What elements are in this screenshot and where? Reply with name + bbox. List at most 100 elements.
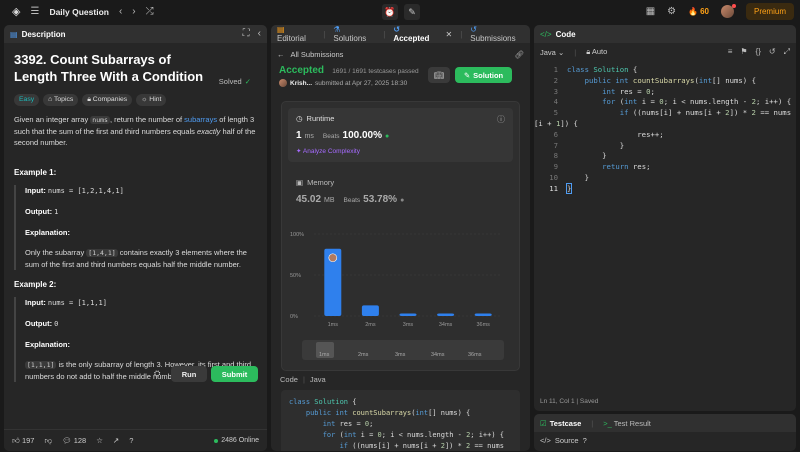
streak-counter[interactable]: 🔥 60 (688, 7, 709, 16)
timer-icon[interactable]: ⏰ (382, 4, 398, 20)
analyze-complexity-link[interactable]: ✦ Analyze Complexity (296, 147, 505, 155)
fullscreen-icon[interactable]: ⤢ (784, 47, 790, 57)
bar-34ms[interactable] (437, 313, 455, 316)
tab-editorial[interactable]: ▤ Editorial (277, 25, 315, 43)
difficulty-tag[interactable]: Easy (14, 94, 40, 106)
collapse-panel-icon[interactable]: ‹ (258, 29, 261, 39)
like-button[interactable]: 👍︎ 197 (12, 436, 34, 446)
memory-badge-icon: ● (400, 197, 405, 204)
submission-panel: ▤ Editorial | ⚗ Solutions | ↺ Accepted ✕… (271, 25, 530, 451)
checkbox-icon: ☑ (540, 418, 547, 428)
help-circle-icon[interactable]: ? (583, 436, 587, 445)
shuffle-icon[interactable]: ⤮ (146, 7, 154, 17)
code-editor[interactable]: 12345 6 7 8 9 10 11 class Solution { public i… (534, 61, 796, 381)
book-icon[interactable]: 📖︎ (428, 67, 450, 83)
braces-icon[interactable]: {} (756, 47, 761, 57)
bar-36ms[interactable] (474, 313, 492, 316)
auto-mode-toggle[interactable]: 🔒︎ Auto (586, 47, 607, 57)
submit-button[interactable]: Submit (211, 366, 258, 382)
bookmark-icon[interactable]: ⚑ (740, 47, 747, 57)
range-label: 2ms (358, 352, 369, 358)
tab-code[interactable]: Code (556, 30, 576, 39)
comments-button[interactable]: 💬︎ 128 (62, 436, 86, 445)
bar-2ms[interactable] (361, 305, 379, 316)
description-tab-bar: ▤ Description ⛶ ‹ (4, 25, 267, 43)
companies-tag[interactable]: 🔒︎ Companies (82, 94, 133, 106)
testcase-tab-bar: ☑ Testcase | >_ Test Result (534, 414, 796, 432)
submission-tab-bar: ▤ Editorial | ⚗ Solutions | ↺ Accepted ✕… (271, 25, 530, 43)
tab-solutions[interactable]: ⚗ Solutions (333, 25, 375, 43)
tab-submissions[interactable]: ↺ Submissions (470, 25, 524, 43)
all-submissions-link[interactable]: ← All Submissions 🔗︎ (271, 43, 530, 59)
range-label: 34ms (431, 352, 445, 358)
source-row[interactable]: </> Source ? (534, 432, 796, 449)
prev-problem-icon[interactable]: ‹ (119, 7, 122, 17)
top-bar: ◈ ☰ Daily Question ‹ › ⤮ ⏰ ✎ ▦ ⚙ 🔥 60 Pre… (0, 0, 800, 24)
code-line: return res; (602, 162, 651, 172)
editor-toolbar: Java ⌄ | 🔒︎ Auto ≡ ⚑ {} ↺ ⤢ (540, 47, 790, 57)
memory-chip-icon: ▣ (296, 178, 304, 187)
submitted-code[interactable]: class Solution { public int countSubarra… (281, 390, 520, 451)
topics-tag[interactable]: ⌂ Topics (43, 94, 79, 106)
line-numbers: 12345 6 7 8 9 10 11 (534, 65, 558, 195)
x-tick-label: 1ms (328, 322, 339, 328)
tab-accepted[interactable]: ↺ Accepted (393, 25, 437, 43)
tab-testcase[interactable]: ☑ Testcase (540, 419, 581, 428)
code-line: } (567, 140, 625, 150)
problem-statement: Given an integer array nums, return the … (14, 115, 256, 147)
code-brackets-icon: </> (540, 29, 552, 39)
document-icon: ▤ (10, 29, 18, 39)
tab-description[interactable]: Description (22, 30, 66, 39)
hint-tag[interactable]: ☼ Hint (136, 94, 167, 106)
submitter-avatar (279, 79, 287, 87)
clock-icon: ◷ (296, 114, 303, 123)
editor-status: Ln 11, Col 1 | Saved (540, 398, 599, 405)
problem-title: 3392. Count Subarrays of Length Three Wi… (14, 52, 204, 84)
layout-icon[interactable]: ▦ (646, 6, 655, 17)
debug-icon[interactable]: ⛭ (154, 369, 160, 379)
bar-3ms[interactable] (399, 313, 417, 316)
memory-beats: 53.78% (363, 194, 398, 205)
help-icon[interactable]: ? (129, 436, 133, 445)
solution-button[interactable]: ✎ Solution (455, 67, 512, 83)
comment-icon: 💬︎ (62, 436, 72, 445)
x-tick-label: 34ms (439, 322, 453, 328)
premium-button[interactable]: Premium (745, 3, 794, 20)
favorite-star-icon[interactable]: ☆ (96, 436, 103, 445)
daily-question-title[interactable]: Daily Question (49, 7, 109, 17)
link-icon[interactable]: 🔗︎ (514, 50, 524, 59)
dislike-button[interactable]: 👎︎ (44, 436, 52, 446)
leetcode-logo-icon[interactable]: ◈ (12, 6, 20, 18)
runtime-distribution-chart[interactable]: 100% 50% 0% 1ms 2ms 3ms 34ms 36ms (288, 228, 510, 338)
settings-gear-icon[interactable]: ⚙ (667, 6, 676, 17)
x-tick-label: 3ms (403, 322, 414, 328)
subarrays-link[interactable]: subarrays (184, 115, 217, 124)
runtime-card[interactable]: ◷ Runtime ⓘ 1 ms Beats 100.00% ● ✦ Analyz… (288, 108, 513, 162)
run-button[interactable]: Run (171, 366, 207, 382)
edit-icon: ✎ (463, 70, 471, 80)
reset-icon[interactable]: ↺ (769, 47, 776, 57)
range-label: 36ms (468, 352, 482, 358)
example-2-heading: Example 2: (14, 280, 57, 289)
format-icon[interactable]: ≡ (728, 47, 733, 57)
memory-card[interactable]: ▣ Memory 45.02 MB Beats 53.78% ● (296, 178, 513, 205)
beats-badge-icon: ● (385, 133, 390, 140)
tab-test-result[interactable]: >_ Test Result (603, 419, 651, 428)
problem-list-icon[interactable]: ☰ (30, 7, 39, 17)
share-icon[interactable]: ↗ (113, 436, 119, 445)
close-tab-icon[interactable]: ✕ (446, 30, 453, 39)
language-select[interactable]: Java ⌄ (540, 48, 564, 57)
your-position-avatar (328, 253, 338, 263)
range-label: 3ms (395, 352, 406, 358)
line-number: 11 (549, 183, 558, 193)
user-avatar[interactable] (720, 4, 736, 18)
notes-icon[interactable]: ✎ (404, 4, 420, 20)
info-icon[interactable]: ⓘ (497, 114, 505, 125)
maximize-icon[interactable]: ⛶ (243, 29, 250, 39)
code-lines[interactable]: class Solution { public int countSubarra… (534, 65, 792, 195)
next-problem-icon[interactable]: › (132, 7, 135, 17)
range-slider[interactable]: 1ms 2ms 3ms 34ms 36ms (302, 340, 504, 360)
line-number: 1 (553, 65, 558, 74)
line-number: 6 (553, 129, 558, 139)
line-number: 9 (553, 162, 558, 172)
